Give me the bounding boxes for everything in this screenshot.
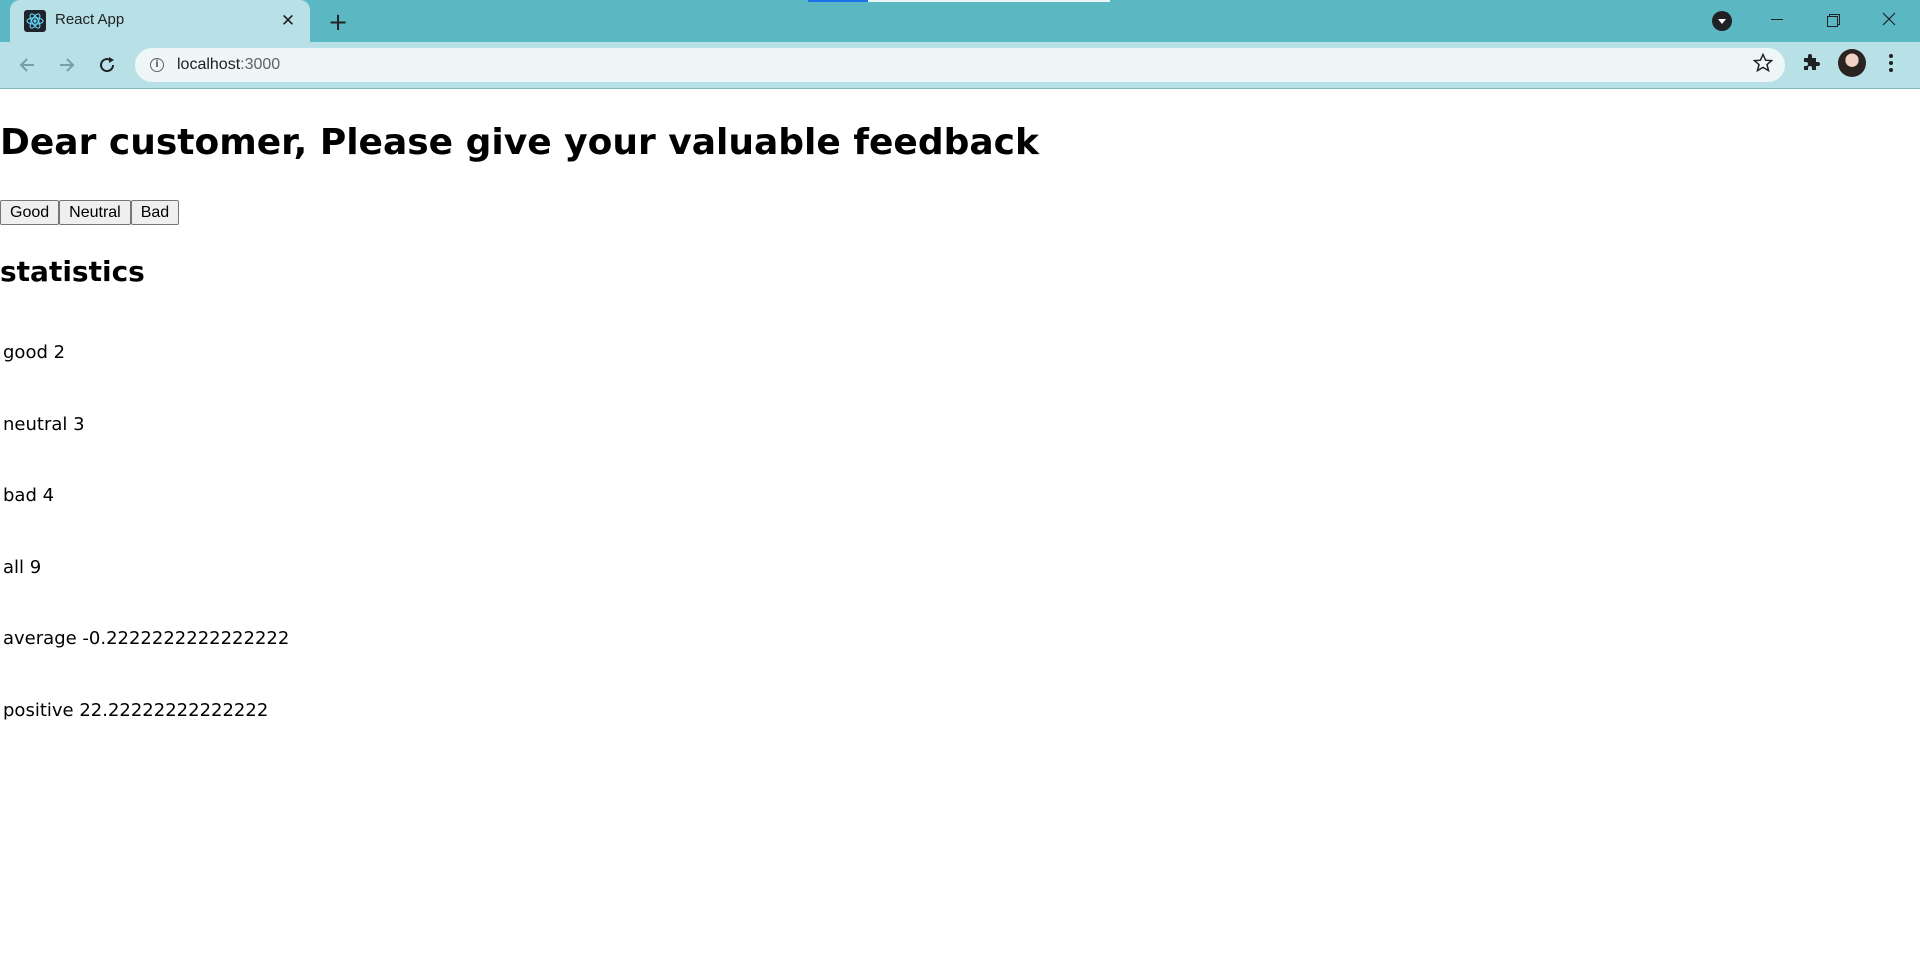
stat-all: all 9 (3, 557, 42, 578)
stat-positive: positive 22.22222222222222 (3, 700, 269, 721)
stat-neutral: neutral 3 (3, 414, 85, 435)
tab-search-icon[interactable] (1712, 11, 1732, 31)
extensions-puzzle-icon[interactable] (1800, 50, 1824, 74)
stat-good: good 2 (3, 342, 66, 363)
close-icon (1882, 12, 1896, 26)
browser-toolbar: i localhost:3000 (0, 42, 1920, 89)
reload-button[interactable] (92, 50, 122, 80)
browser-tab[interactable]: React App ✕ (10, 0, 310, 42)
tab-title: React App (55, 11, 125, 28)
page-heading: Dear customer, Please give your valuable… (0, 122, 1039, 163)
address-bar[interactable]: i localhost:3000 (135, 48, 1785, 82)
browser-tab-strip: React App ✕ + (0, 0, 1920, 42)
tab-strip-indicator-light (868, 0, 1110, 2)
arrow-left-icon (19, 58, 34, 72)
good-button[interactable]: Good (0, 200, 60, 225)
stat-average: average -0.2222222222222222 (3, 628, 290, 649)
react-icon (24, 10, 46, 32)
neutral-button[interactable]: Neutral (59, 200, 131, 225)
restore-icon-front (1827, 16, 1838, 27)
window-close-button[interactable] (1866, 4, 1912, 34)
back-button[interactable] (12, 50, 42, 80)
bad-button[interactable]: Bad (130, 200, 180, 225)
profile-avatar[interactable] (1838, 49, 1866, 77)
restore-button[interactable] (1810, 4, 1856, 34)
stat-bad: bad 4 (3, 485, 55, 506)
reload-icon (100, 57, 115, 73)
tab-strip-indicator (808, 0, 868, 2)
page-content: Dear customer, Please give your valuable… (0, 89, 1920, 955)
bookmark-star-icon[interactable] (1753, 53, 1773, 73)
new-tab-button[interactable]: + (324, 8, 352, 36)
statistics-heading: statistics (0, 255, 145, 288)
forward-button[interactable] (52, 50, 82, 80)
more-menu-icon[interactable] (1888, 52, 1894, 74)
minimize-button[interactable] (1754, 4, 1800, 34)
info-icon[interactable]: i (150, 58, 164, 72)
url-text: localhost:3000 (177, 56, 281, 73)
tab-close-icon[interactable]: ✕ (276, 9, 300, 33)
arrow-right-icon (60, 58, 75, 72)
feedback-buttons: Good Neutral Bad (0, 200, 180, 225)
minimize-icon (1771, 19, 1783, 20)
